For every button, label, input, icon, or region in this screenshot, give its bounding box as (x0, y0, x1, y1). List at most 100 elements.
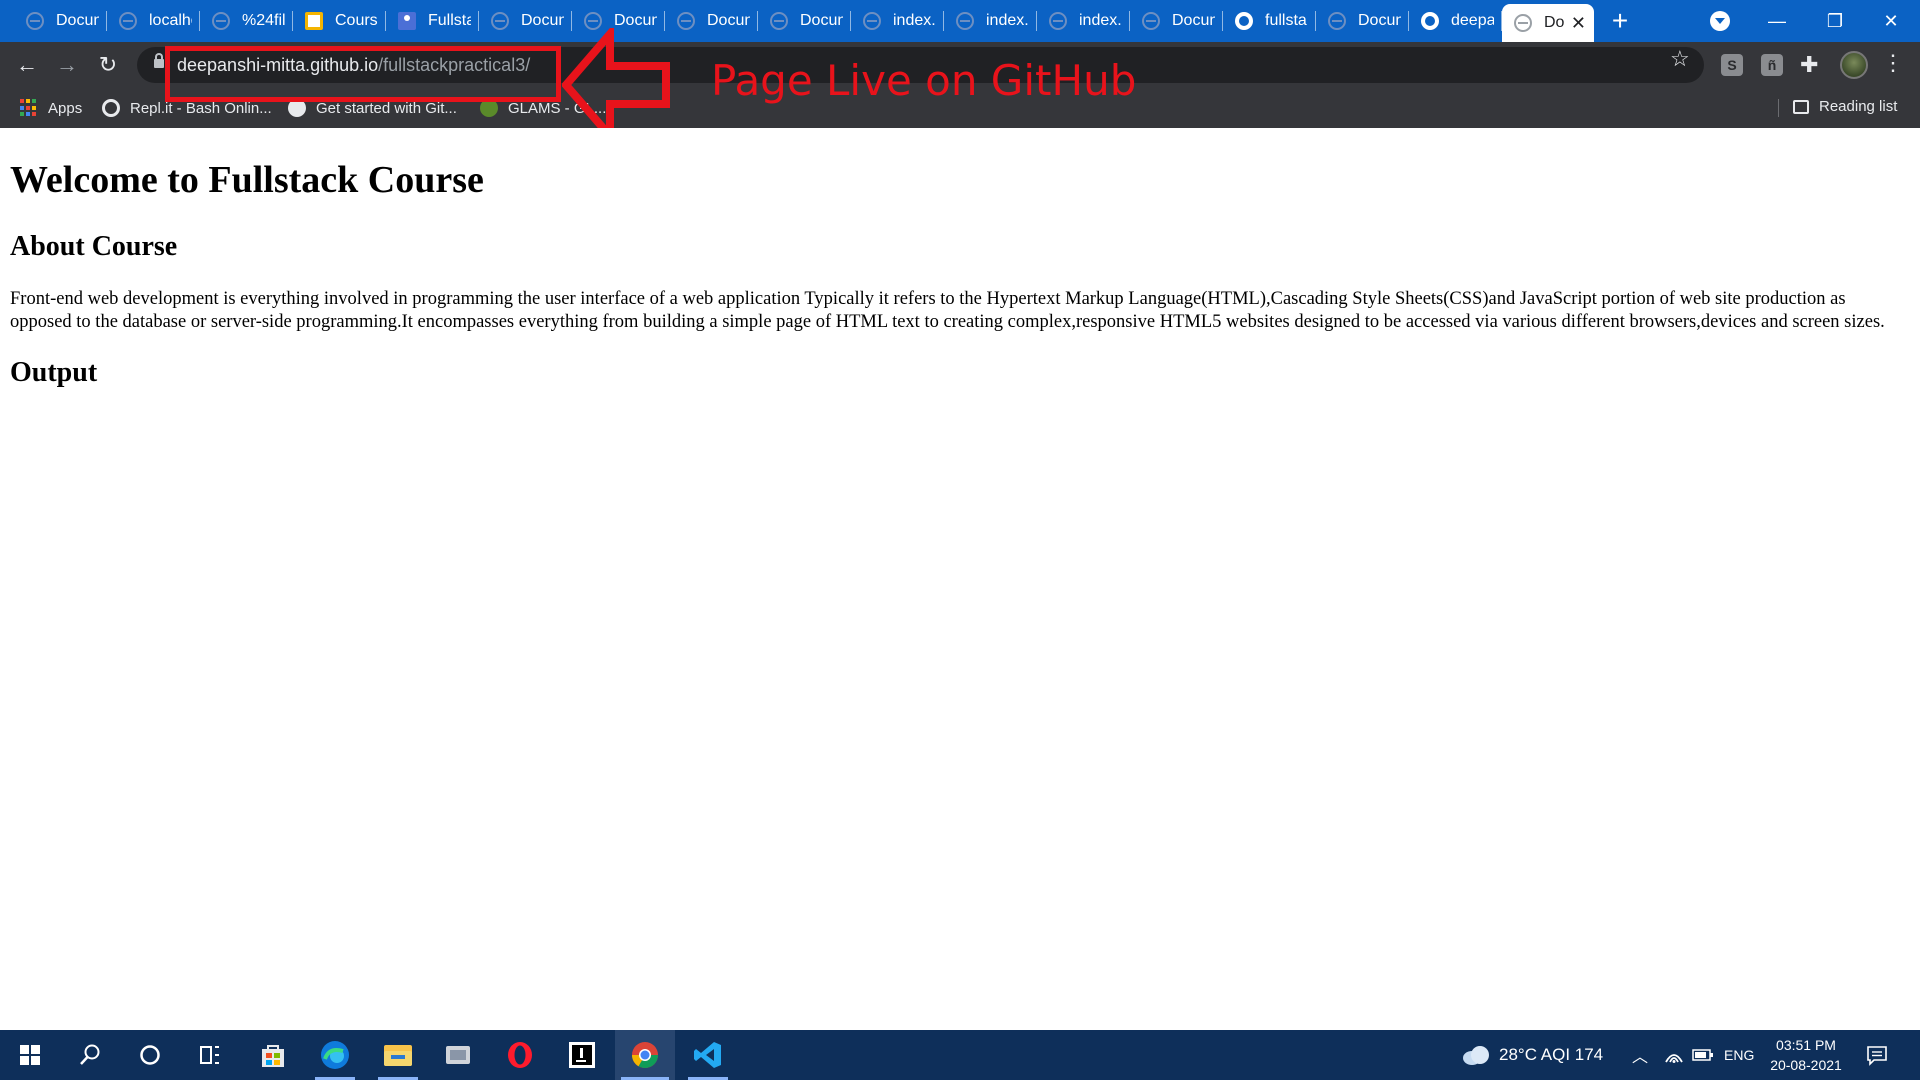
clock[interactable]: 03:51 PM 20-08-2021 (1766, 1035, 1846, 1075)
tab-13[interactable]: Docun (1130, 0, 1223, 42)
tab-8[interactable]: Docun (665, 0, 758, 42)
extension-s-icon[interactable]: S (1721, 54, 1743, 76)
active-tab[interactable]: Do ✕ (1502, 4, 1594, 42)
bookmarks-separator (1778, 99, 1779, 117)
start-button[interactable] (0, 1030, 60, 1080)
clock-date: 20-08-2021 (1770, 1057, 1842, 1073)
tab-16[interactable]: deepa (1409, 0, 1502, 42)
tab-5[interactable]: Fullsta (386, 0, 479, 42)
bookmark-replit-label: Repl.it - Bash Onlin... (130, 99, 272, 117)
lock-icon[interactable] (154, 53, 164, 68)
vscode-icon (694, 1042, 721, 1068)
language-indicator[interactable]: ENG (1724, 1030, 1754, 1080)
forward-button[interactable]: → (52, 50, 82, 80)
tab-15[interactable]: Docun (1316, 0, 1409, 42)
photos-icon (446, 1046, 470, 1064)
file-explorer-icon (384, 1045, 412, 1066)
reading-list-button[interactable]: Reading list (1793, 98, 1897, 115)
bookmark-star-icon[interactable]: ☆ (1670, 46, 1690, 72)
chrome-icon (631, 1042, 659, 1069)
globe-icon (863, 12, 881, 30)
globe-icon (956, 12, 974, 30)
globe-icon (491, 12, 509, 30)
active-tab-label: Do (1544, 14, 1565, 31)
tab-label: Docun (1172, 12, 1215, 29)
jetbrains-app[interactable] (552, 1030, 612, 1080)
web-page-content: Welcome to Fullstack Course About Course… (0, 128, 1920, 1030)
globe-icon (1328, 12, 1346, 30)
chevron-up-icon: ︿ (1632, 1049, 1649, 1066)
chrome-app[interactable] (615, 1030, 675, 1080)
bookmark-apps[interactable]: Apps (20, 98, 82, 118)
annotation-highlight-box (165, 46, 561, 102)
tab-label: fullsta (1265, 12, 1307, 29)
weather-text: 28°C AQI 174 (1499, 1045, 1604, 1064)
reading-list-label: Reading list (1819, 98, 1898, 115)
back-button[interactable]: ← (12, 50, 42, 80)
globe-icon (119, 12, 137, 30)
jetbrains-icon (569, 1042, 595, 1068)
output-heading: Output (10, 357, 98, 388)
store-icon (262, 1045, 284, 1067)
tab-label: deepa (1451, 12, 1494, 29)
close-window-button[interactable]: ✕ (1862, 0, 1920, 42)
battery-tray[interactable] (1692, 1030, 1714, 1080)
tab-1[interactable]: Docun (14, 0, 107, 42)
extensions-puzzle-icon[interactable]: ✚ (1800, 52, 1818, 78)
close-tab-icon[interactable]: ✕ (1571, 13, 1586, 34)
tab-label: Docun (56, 12, 99, 29)
tab-14[interactable]: fullsta (1223, 0, 1316, 42)
globe-icon (1049, 12, 1067, 30)
tab-2[interactable]: localho (107, 0, 200, 42)
task-view-button[interactable] (180, 1030, 240, 1080)
microsoft-store-button[interactable] (243, 1030, 303, 1080)
annotation-text: Page Live on GitHub (711, 56, 1137, 105)
cortana-icon (140, 1045, 160, 1065)
weather-widget[interactable]: 28°C AQI 174 (1461, 1030, 1603, 1080)
tab-4[interactable]: Course (293, 0, 386, 42)
minimize-button[interactable]: — (1748, 0, 1806, 42)
file-explorer-app[interactable] (368, 1030, 428, 1080)
notifications-button[interactable] (1866, 1030, 1888, 1080)
profile-avatar[interactable] (1840, 51, 1868, 79)
reading-list-icon (1793, 99, 1809, 114)
edge-app[interactable] (305, 1030, 365, 1080)
search-icon (80, 1044, 100, 1065)
globe-icon (26, 12, 44, 30)
tab-6[interactable]: Docun (479, 0, 572, 42)
windows-logo-icon (20, 1045, 40, 1065)
about-course-heading: About Course (10, 231, 178, 262)
vscode-app[interactable] (678, 1030, 738, 1080)
search-button[interactable] (60, 1030, 120, 1080)
battery-icon (1692, 1049, 1713, 1061)
globe-icon (212, 12, 230, 30)
globe-icon (1514, 14, 1532, 32)
tab-12[interactable]: index.l (1037, 0, 1130, 42)
clock-time: 03:51 PM (1776, 1037, 1836, 1053)
tab-11[interactable]: index.l (944, 0, 1037, 42)
restore-button[interactable]: ❐ (1806, 0, 1864, 42)
github-icon (1235, 12, 1253, 30)
tab-label: Docun (1358, 12, 1401, 29)
notification-icon (1867, 1046, 1887, 1066)
browser-menu-icon[interactable]: ⋮ (1882, 50, 1904, 76)
network-tray[interactable] (1664, 1030, 1684, 1080)
tab-3[interactable]: %24file (200, 0, 293, 42)
new-tab-button[interactable]: + (1594, 0, 1646, 42)
tab-search-icon[interactable] (1710, 11, 1730, 31)
reload-button[interactable]: ↻ (93, 50, 123, 80)
tab-9[interactable]: Docun (758, 0, 851, 42)
cortana-button[interactable] (120, 1030, 180, 1080)
tab-label: index.l (1079, 12, 1122, 29)
photos-app[interactable] (428, 1030, 488, 1080)
show-hidden-icons-button[interactable]: ︿ (1632, 1030, 1648, 1080)
edge-icon (321, 1041, 349, 1069)
tab-10[interactable]: index.l (851, 0, 944, 42)
replit-icon (102, 99, 120, 117)
windows-taskbar: 28°C AQI 174 ︿ ENG 03:51 PM 20-08-2021 (0, 1030, 1920, 1080)
extension-n-icon[interactable]: ñ (1761, 54, 1783, 76)
tab-label: Docun (521, 12, 564, 29)
tab-label: %24file (242, 12, 285, 29)
opera-app[interactable] (490, 1030, 550, 1080)
tab-label: Course (335, 12, 378, 29)
